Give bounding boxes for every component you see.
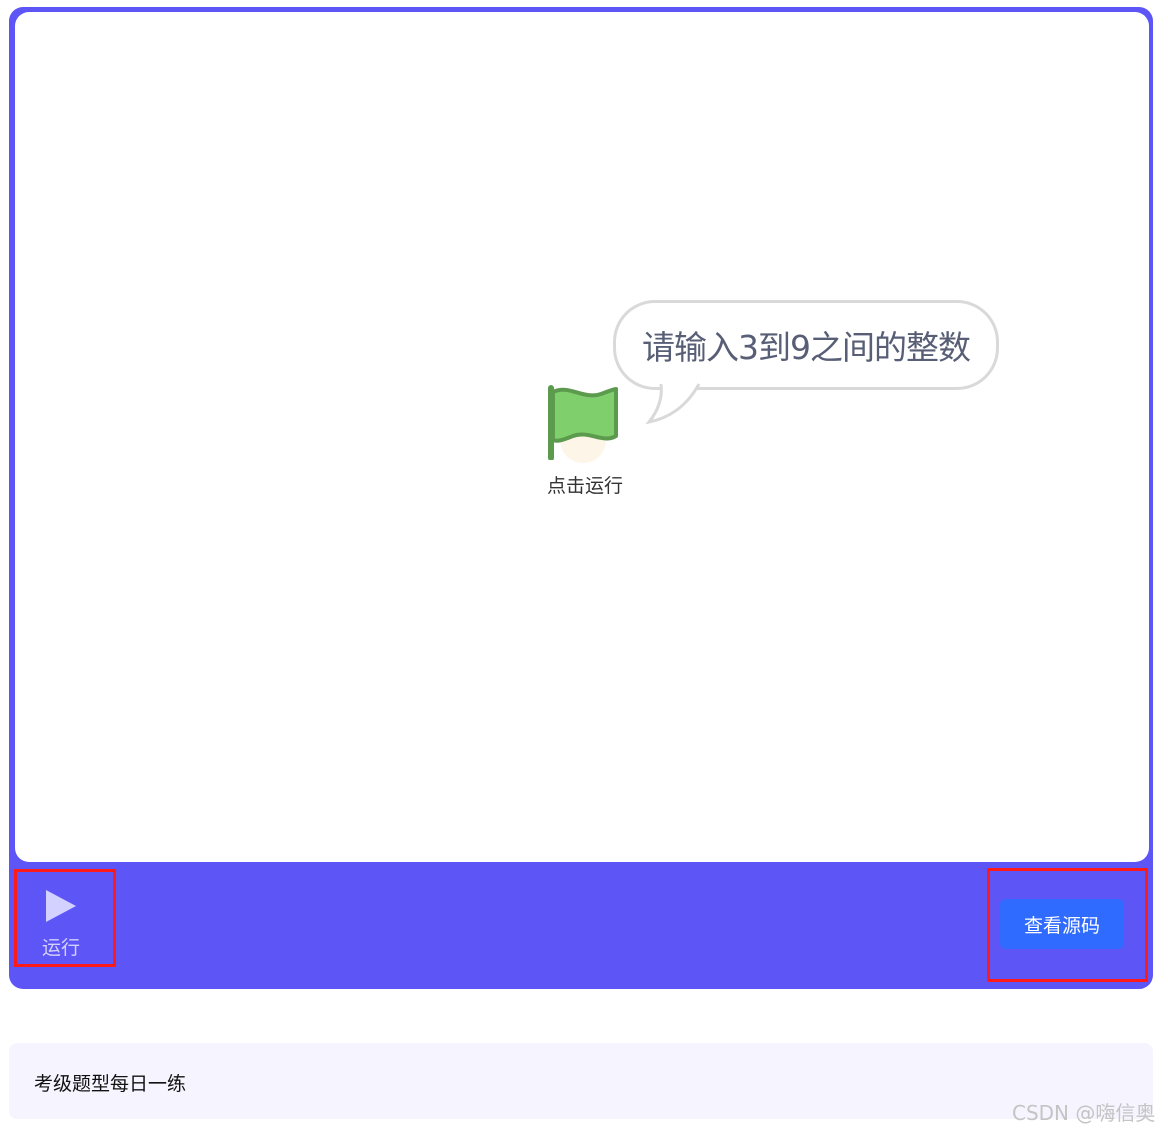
flag-label[interactable]: 点击运行	[535, 471, 635, 498]
run-button-label: 运行	[41, 937, 80, 959]
green-flag-icon[interactable]	[545, 384, 619, 460]
project-player: 请输入3到9之间的整数 点击运行	[9, 7, 1153, 989]
csdn-watermark: CSDN @嗨信奥	[1012, 1101, 1156, 1125]
speech-bubble-text: 请输入3到9之间的整数	[642, 328, 971, 367]
speech-bubble-tail	[645, 382, 701, 425]
run-button[interactable]: 运行	[18, 882, 104, 960]
view-source-button[interactable]: 查看源码	[1000, 899, 1124, 949]
daily-practice-title: 考级题型每日一练	[34, 1073, 187, 1095]
daily-practice-card[interactable]: 考级题型每日一练	[9, 1043, 1153, 1119]
speech-bubble: 请输入3到9之间的整数	[613, 300, 999, 390]
play-icon	[46, 890, 76, 922]
stage-canvas[interactable]: 请输入3到9之间的整数 点击运行	[15, 12, 1149, 862]
